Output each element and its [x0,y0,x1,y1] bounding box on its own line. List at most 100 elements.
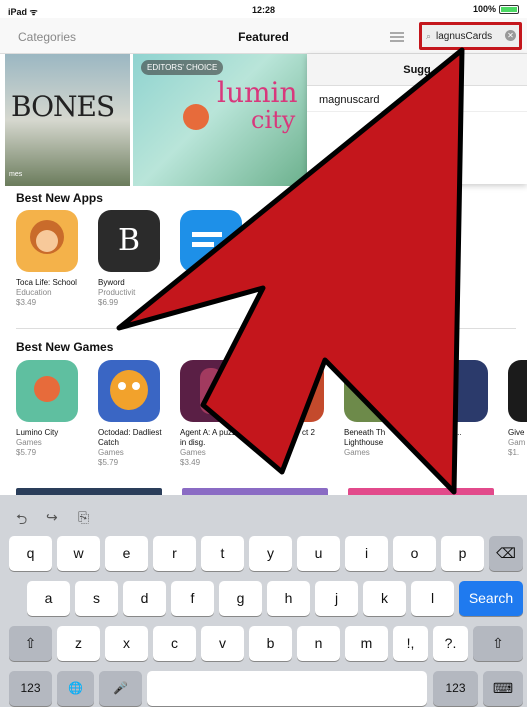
search-key[interactable]: Search [459,581,523,616]
key-s[interactable]: s [75,581,118,616]
key-a[interactable]: a [27,581,70,616]
app-name: Octodad: Dadliest Catch [98,428,162,447]
paste-icon[interactable]: ⎘ [78,509,89,526]
banner-lumino[interactable]: EDITORS' CHOICE lumin city [133,54,308,186]
numbers-key-right[interactable]: 123 [433,671,478,706]
battery-icon [499,4,519,14]
key-k[interactable]: k [363,581,406,616]
battery-status: 100% [473,4,519,14]
app-byword[interactable]: B Byword Productivit $6.99 [98,210,168,308]
key-m[interactable]: m [345,626,388,661]
key-question-period[interactable]: ?. [433,626,468,661]
key-t[interactable]: t [201,536,244,571]
app-category: Education [16,288,52,297]
game-beneath-the-lighthouse[interactable]: Beneath Th Lighthouse Games [344,360,414,458]
key-z[interactable]: z [57,626,100,661]
app-category: Gam [508,438,526,447]
search-value[interactable]: lagnusCards [436,31,498,42]
numbers-key-left[interactable]: 123 [9,671,52,706]
app-name: Beneath Th Lighthouse [344,428,386,447]
suggestions-header: Sugg [307,54,527,86]
banner-lumino-title: lumin [217,76,298,109]
app-price: $6.99 [98,298,119,307]
key-g[interactable]: g [219,581,262,616]
key-d[interactable]: d [123,581,166,616]
best-new-apps-title: Best New Apps [16,191,103,205]
key-b[interactable]: b [249,626,292,661]
key-q[interactable]: q [9,536,52,571]
suggestions-popover: Sugg magnuscard [307,54,527,184]
shift-key-right[interactable]: ⇧ [473,626,523,661]
hide-keyboard-icon[interactable]: ⌨ [483,671,523,706]
redo-icon[interactable]: ↪ [46,509,58,526]
clock: 12:28 [251,5,276,15]
key-p[interactable]: p [441,536,484,571]
app-name: Agent A: A puzzle in disg. [180,428,243,447]
app-category: Games [180,448,206,457]
clear-icon[interactable]: ✕ [505,30,516,41]
app-icon [98,360,160,422]
key-y[interactable]: y [249,536,292,571]
app-name: Byword [98,278,125,287]
key-u[interactable]: u [297,536,340,571]
key-r[interactable]: r [153,536,196,571]
app-name: ct 2 [302,428,315,437]
status-bar: iPad ᯤ 12:28 100% [0,0,527,18]
key-n[interactable]: n [297,626,340,661]
backspace-key[interactable]: ⌫ [489,536,523,571]
game-macy[interactable]: macy: E... s [426,360,496,448]
keyboard: ⮌ ↪ ⎘ q w e r t y u i o p ⌫ a s d f g h … [0,495,527,707]
space-bar[interactable] [147,671,427,706]
app-name: Lumino City [16,428,59,437]
search-icon: ⌕ [426,31,432,41]
search-input[interactable]: ⌕ lagnusCards ✕ [419,22,522,50]
app-blue[interactable] [180,210,250,272]
game-agent-a[interactable]: Agent A: A puzzle in disg. Games $3.49 [180,360,250,468]
key-h[interactable]: h [267,581,310,616]
app-toca-life[interactable]: Toca Life: School Education $3.49 [16,210,86,308]
key-e[interactable]: e [105,536,148,571]
app-icon [508,360,527,422]
globe-icon[interactable]: 🌐 [57,671,94,706]
app-icon [16,360,78,422]
key-f[interactable]: f [171,581,214,616]
app-price: $3.49 [16,298,37,307]
app-price: $5.79 [98,458,119,467]
battery-percent: 100% [472,4,496,14]
game-give[interactable]: Give Gam $1. [508,360,527,458]
list-icon[interactable] [390,32,404,42]
app-icon [426,360,488,422]
key-j[interactable]: j [315,581,358,616]
app-category: Games [344,448,370,457]
banner-bones-sub: mes [9,171,23,178]
app-icon [180,210,242,272]
banner-bones[interactable]: BONES mes [5,54,130,186]
undo-icon[interactable]: ⮌ [16,509,27,533]
key-w[interactable]: w [57,536,100,571]
key-i[interactable]: i [345,536,388,571]
app-name: Give [508,428,525,437]
section-divider [16,328,516,329]
app-icon [262,360,324,422]
app-category: s [426,438,430,447]
app-icon [344,360,406,422]
game-octodad[interactable]: Octodad: Dadliest Catch Games $5.79 [98,360,168,468]
game-ct2[interactable]: ct 2 [262,360,332,438]
app-category: Games [16,438,42,447]
app-name: Toca Life: School [16,278,77,287]
app-icon [16,210,78,272]
suggestion-item[interactable]: magnuscard [307,86,527,112]
key-x[interactable]: x [105,626,148,661]
shift-key-left[interactable]: ⇧ [9,626,52,661]
app-price: $3.49 [180,458,201,467]
key-l[interactable]: l [411,581,454,616]
key-c[interactable]: c [153,626,196,661]
key-v[interactable]: v [201,626,244,661]
game-lumino-city[interactable]: Lumino City Games $5.79 [16,360,86,458]
best-new-games-title: Best New Games [16,340,114,354]
microphone-icon[interactable]: 🎤 [99,671,142,706]
key-o[interactable]: o [393,536,436,571]
key-exclaim-comma[interactable]: !, [393,626,428,661]
app-name: macy: E... [426,428,462,437]
banner-lumino-title-2: city [251,106,296,134]
